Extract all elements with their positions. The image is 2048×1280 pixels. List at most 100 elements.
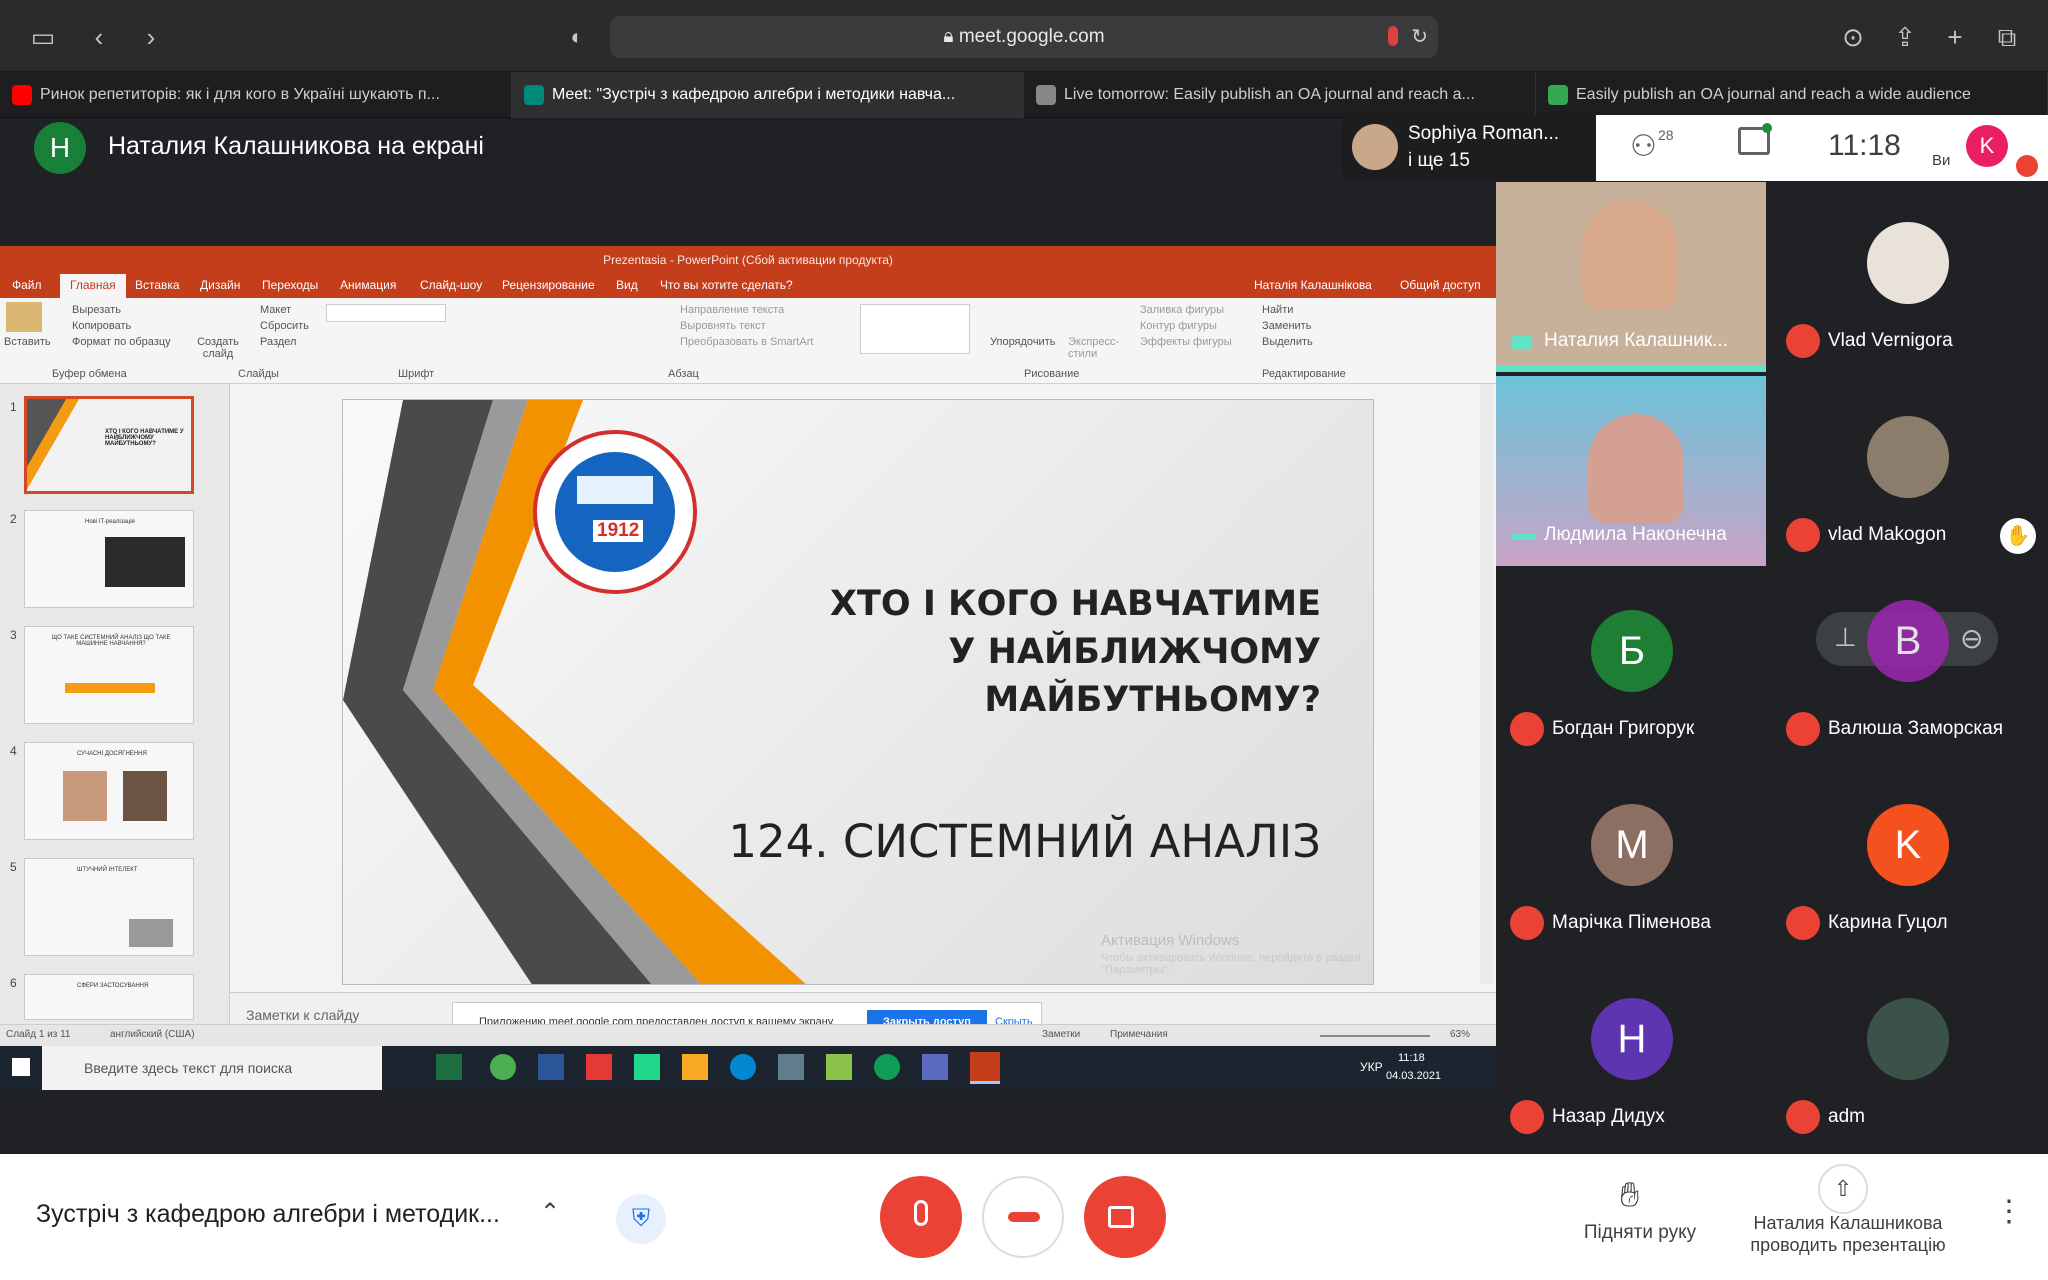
shape-effects-button[interactable]: Эффекты фигуры [1140, 336, 1232, 348]
participant-tile[interactable]: Людмила Наконечна [1496, 376, 1766, 566]
replace-button[interactable]: Заменить [1262, 320, 1311, 332]
chevron-up-icon[interactable]: ⌃ [540, 1198, 560, 1227]
shield-icon[interactable]: ◐ [562, 22, 592, 52]
zoom-slider[interactable] [1320, 1035, 1430, 1037]
download-icon[interactable]: ⊙ [1838, 22, 1868, 52]
language-indicator[interactable]: английский (США) [110, 1029, 195, 1040]
windows-start-icon[interactable] [12, 1058, 30, 1076]
smartart-button[interactable]: Преобразовать в SmartArt [680, 336, 813, 348]
section-button[interactable]: Раздел [260, 336, 296, 348]
new-tab-icon[interactable]: + [1940, 22, 1970, 52]
shape-fill-button[interactable]: Заливка фигуры [1140, 304, 1224, 316]
raise-hand-icon[interactable]: ✋︎ [1620, 1176, 1639, 1215]
app-icon[interactable] [586, 1054, 612, 1080]
pycharm-icon[interactable] [634, 1054, 660, 1080]
pin-icon[interactable]: ⊥ [1834, 622, 1857, 653]
participant-tile[interactable]: ⊥ В ⊖ Валюша Заморская [1772, 570, 2042, 760]
people-icon[interactable]: ⚇ [1630, 129, 1657, 164]
tab-slideshow[interactable]: Слайд-шоу [420, 278, 482, 292]
find-button[interactable]: Найти [1262, 304, 1293, 316]
excel-icon[interactable] [436, 1054, 462, 1080]
align-text-button[interactable]: Выровнять текст [680, 320, 766, 332]
word-icon[interactable] [538, 1054, 564, 1080]
powerpoint-icon[interactable] [970, 1052, 1000, 1084]
discord-icon[interactable] [922, 1054, 948, 1080]
participant-tile[interactable]: adm [1772, 958, 2042, 1148]
cut-button[interactable]: Вырезать [72, 304, 121, 316]
tab-home[interactable]: Главная [60, 274, 126, 298]
slide-thumbnail[interactable]: ШТУЧНИЙ ІНТЕЛЕКТ [24, 858, 194, 956]
tab-insert[interactable]: Вставка [135, 278, 180, 292]
app-icon[interactable] [826, 1054, 852, 1080]
tab-youtube[interactable]: Ринок репетиторів: як і для кого в Украї… [0, 72, 512, 118]
tab-design[interactable]: Дизайн [200, 278, 240, 292]
share-access-button[interactable]: Общий доступ [1400, 278, 1481, 292]
meeting-title[interactable]: Зустріч з кафедрою алгебри і методик... [36, 1200, 500, 1229]
camera-toggle-button[interactable] [1084, 1176, 1166, 1258]
zoom-level[interactable]: 63% [1450, 1029, 1470, 1040]
font-name-field[interactable] [326, 304, 446, 322]
format-painter-button[interactable]: Формат по образцу [72, 336, 171, 348]
back-icon[interactable]: ‹ [84, 22, 114, 52]
participant-tile[interactable]: Наталия Калашник... [1496, 182, 1766, 372]
tab-meet[interactable]: Meet: "Зустріч з кафедрою алгебри і мето… [512, 72, 1024, 118]
skype-icon[interactable] [730, 1054, 756, 1080]
address-bar[interactable]: 🔒︎ meet.google.com ↻ [610, 16, 1438, 58]
participant-tile[interactable]: Б Богдан Григорук [1496, 570, 1766, 760]
share-icon[interactable]: ⇪ [1890, 22, 1920, 52]
slide-thumbnail[interactable]: ЩО ТАКЕ СИСТЕМНИЙ АНАЛІЗ ЩО ТАКЕ МАШИННЕ… [24, 626, 194, 724]
tell-me-box[interactable]: Что вы хотите сделать? [660, 278, 793, 292]
text-direction-button[interactable]: Направление текста [680, 304, 784, 316]
tab-file[interactable]: Файл [12, 278, 42, 292]
leave-call-button[interactable] [982, 1176, 1064, 1258]
layout-button[interactable]: Макет [260, 304, 291, 316]
tab-oa-journal[interactable]: Easily publish an OA journal and reach a… [1536, 72, 2048, 118]
more-options-icon[interactable]: ⋮ [1994, 1194, 2024, 1229]
slide-thumbnail[interactable]: СУЧАСНІ ДОСЯГНЕННЯ [24, 742, 194, 840]
select-button[interactable]: Выделить [1262, 336, 1313, 348]
present-screen-icon[interactable]: ⇧ [1818, 1164, 1868, 1214]
reload-icon[interactable]: ↻ [1411, 24, 1428, 49]
microphone-toggle-button[interactable] [880, 1176, 962, 1258]
sidebar-toggle-icon[interactable]: ▭ [28, 22, 58, 52]
microphone-icon[interactable] [1388, 26, 1398, 46]
raise-hand-button[interactable]: Підняти руку [1570, 1222, 1710, 1244]
tab-animation[interactable]: Анимация [340, 278, 396, 292]
paste-button[interactable]: Вставить [4, 336, 51, 348]
slide-thumbnail[interactable]: СФЕРИ ЗАСТОСУВАННЯ [24, 974, 194, 1020]
shapes-gallery[interactable] [860, 304, 970, 354]
participant-tile[interactable]: Н Назар Дидух [1496, 958, 1766, 1148]
quick-styles-button[interactable]: Экспресс-стили [1068, 336, 1119, 360]
reset-button[interactable]: Сбросить [260, 320, 309, 332]
copy-button[interactable]: Копировать [72, 320, 131, 332]
slide-thumbnail[interactable]: Нові IT-реалізація [24, 510, 194, 608]
slide-thumbnail[interactable]: ХТО І КОГО НАВЧАТИМЕ У НАЙБЛИЖЧОМУ МАЙБУ… [24, 396, 194, 494]
new-slide-button[interactable]: Создать слайд [196, 336, 240, 360]
participant-tile[interactable]: vlad Makogon ✋ [1772, 376, 2042, 566]
notes-toggle[interactable]: Заметки [1042, 1029, 1080, 1040]
tab-live[interactable]: Live tomorrow: Easily publish an OA jour… [1024, 72, 1536, 118]
arrange-button[interactable]: Упорядочить [990, 336, 1055, 348]
participant-tile[interactable]: Vlad Vernigora [1772, 182, 2042, 372]
taskbar-search[interactable]: Введите здесь текст для поиска [42, 1046, 382, 1090]
presenting-status[interactable]: Наталия Калашникова проводить презентаці… [1730, 1212, 1966, 1256]
tab-view[interactable]: Вид [616, 278, 638, 292]
shape-outline-button[interactable]: Контур фигуры [1140, 320, 1217, 332]
folder-icon[interactable] [682, 1054, 708, 1080]
participant-tile[interactable]: K Карина Гуцол [1772, 764, 2042, 954]
self-avatar[interactable]: K [1966, 125, 2008, 167]
comments-toggle[interactable]: Примечания [1110, 1029, 1168, 1040]
tab-transitions[interactable]: Переходы [262, 278, 318, 292]
active-speakers-chip[interactable]: Sophiya Roman... і ще 15 [1342, 115, 1596, 181]
settings-icon[interactable] [778, 1054, 804, 1080]
remove-icon[interactable]: ⊖ [1960, 622, 1983, 655]
edge-icon[interactable] [874, 1054, 900, 1080]
forward-icon[interactable]: › [136, 22, 166, 52]
security-shield-icon[interactable]: ⛨ [616, 1194, 666, 1244]
chrome-icon[interactable] [490, 1054, 516, 1080]
keyboard-language[interactable]: УКР [1360, 1060, 1383, 1074]
tab-review[interactable]: Рецензирование [502, 278, 595, 292]
tab-overview-icon[interactable]: ⧉ [1992, 22, 2022, 52]
slide-scrollbar[interactable] [1480, 384, 1494, 984]
participant-tile[interactable]: М Марічка Піменова [1496, 764, 1766, 954]
